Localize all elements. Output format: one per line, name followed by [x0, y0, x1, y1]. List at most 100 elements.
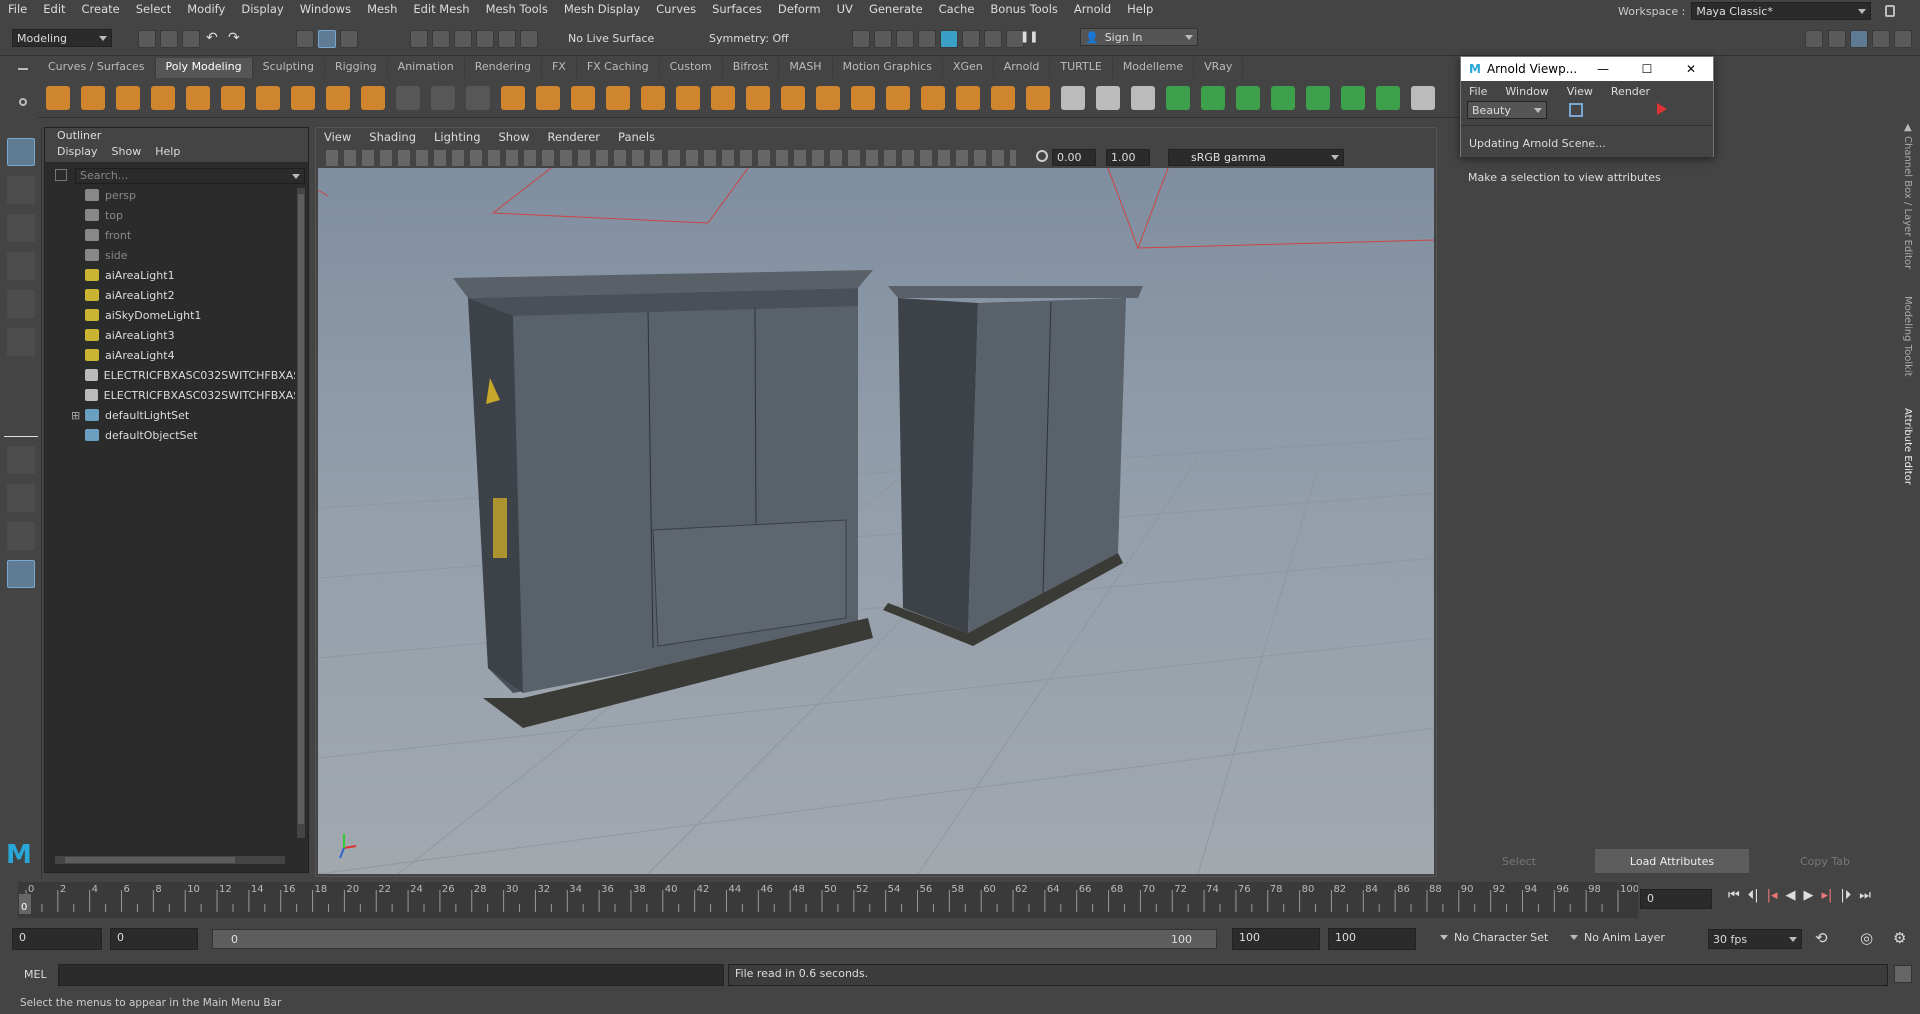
shelf-tab-sculpting[interactable]: Sculpting	[253, 58, 325, 78]
snap-grid-icon[interactable]	[410, 30, 428, 48]
outliner-item[interactable]: ELECTRICFBXASC032SWITCHFBXASC0	[45, 366, 295, 384]
outliner-menu-help[interactable]: Help	[155, 145, 180, 161]
workspace-dropdown[interactable]: Maya Classic*	[1691, 2, 1872, 20]
go-to-start-icon[interactable]: ⏮	[1728, 888, 1740, 903]
shelf-tool-icon[interactable]	[1201, 86, 1225, 110]
menu-select[interactable]: Select	[128, 2, 179, 16]
viewport-menu-lighting[interactable]: Lighting	[434, 130, 480, 146]
outliner-item[interactable]: front	[45, 226, 295, 244]
shelf-tool-icon[interactable]	[361, 86, 385, 110]
current-frame-field[interactable]: 0	[1640, 889, 1712, 909]
step-back-key-icon[interactable]: ⏴|	[1748, 888, 1759, 903]
scene-start-field[interactable]: 0	[12, 928, 102, 950]
select-component-icon[interactable]	[340, 30, 358, 48]
maya-logo-icon[interactable]: M	[6, 840, 32, 870]
shelf-tool-icon[interactable]	[1166, 86, 1190, 110]
menu-mesh[interactable]: Mesh	[359, 2, 405, 16]
shelf-tool-icon[interactable]	[501, 86, 525, 110]
menu-mesh-display[interactable]: Mesh Display	[556, 2, 648, 16]
menu-windows[interactable]: Windows	[292, 2, 359, 16]
menu-create[interactable]: Create	[74, 2, 128, 16]
layout-grid-icon[interactable]	[1805, 30, 1823, 48]
shelf-tool-icon[interactable]	[711, 86, 735, 110]
preferences-icon[interactable]: ⚙	[1893, 929, 1906, 947]
outliner-layout-icon[interactable]	[7, 560, 35, 588]
shelf-tool-icon[interactable]	[326, 86, 350, 110]
shelf-tool-icon[interactable]	[46, 86, 70, 110]
shelf-tool-icon[interactable]	[1026, 86, 1050, 110]
shelf-tool-icon[interactable]	[641, 86, 665, 110]
viewport-menu-view[interactable]: View	[324, 130, 351, 146]
shelf-tool-icon[interactable]	[221, 86, 245, 110]
shelf-tab-modelleme[interactable]: Modelleme	[1113, 58, 1195, 78]
shelf-tab-curves-surfaces[interactable]: Curves / Surfaces	[38, 58, 156, 78]
step-forward-frame-icon[interactable]: ▸|	[1822, 888, 1833, 903]
arnold-menu-file[interactable]: File	[1469, 85, 1487, 98]
crop-region-icon[interactable]	[1569, 103, 1583, 117]
filter-icon[interactable]	[55, 169, 67, 181]
outliner-toggle-icon[interactable]	[1850, 30, 1868, 48]
select-button[interactable]: Select	[1444, 849, 1594, 873]
render-frame-icon[interactable]	[874, 30, 892, 48]
save-scene-icon[interactable]	[182, 30, 200, 48]
shelf-tool-icon[interactable]	[151, 86, 175, 110]
shelf-tool-icon[interactable]	[1411, 86, 1435, 110]
snap-curve-icon[interactable]	[432, 30, 450, 48]
select-tool-icon[interactable]	[7, 138, 35, 166]
select-hierarchy-icon[interactable]	[296, 30, 314, 48]
menu-file[interactable]: File	[0, 2, 35, 16]
shelf-tool-icon[interactable]	[1096, 86, 1120, 110]
viewport-tool-icons[interactable]	[326, 150, 1016, 166]
arnold-menu-view[interactable]: View	[1567, 85, 1593, 98]
go-to-end-icon[interactable]: ⏭	[1859, 888, 1871, 903]
auto-key-icon[interactable]: ◎	[1860, 929, 1873, 947]
lock-icon[interactable]	[1885, 5, 1896, 17]
menu-arnold[interactable]: Arnold	[1066, 2, 1119, 16]
channel-box-tab[interactable]: Channel Box / Layer Editor	[1902, 136, 1913, 269]
outliner-item[interactable]: aiAreaLight4	[45, 346, 295, 364]
live-surface-field[interactable]: No Live Surface	[564, 29, 664, 47]
viewport-menu-panels[interactable]: Panels	[618, 130, 655, 146]
outliner-item[interactable]: persp	[45, 186, 295, 204]
shelf-tab-fx[interactable]: FX	[542, 58, 577, 78]
shelf-tool-icon[interactable]	[1271, 86, 1295, 110]
shelf-tool-icon[interactable]	[781, 86, 805, 110]
shelf-tool-icon[interactable]	[1061, 86, 1085, 110]
viewport-menu-shading[interactable]: Shading	[369, 130, 416, 146]
maximize-icon[interactable]: ☐	[1625, 62, 1669, 76]
snap-surface-icon[interactable]	[498, 30, 516, 48]
shelf-tool-icon[interactable]	[676, 86, 700, 110]
render-setup-icon[interactable]	[984, 30, 1002, 48]
four-view-icon[interactable]	[7, 484, 35, 512]
snap-point-icon[interactable]	[454, 30, 472, 48]
shelf-tool-icon[interactable]	[186, 86, 210, 110]
shelf-tool-icon[interactable]	[536, 86, 560, 110]
menu-generate[interactable]: Generate	[861, 2, 931, 16]
shelf-tool-icon[interactable]	[571, 86, 595, 110]
outliner-item[interactable]: aiAreaLight1	[45, 266, 295, 284]
scale-tool-icon[interactable]	[7, 328, 35, 356]
shelf-tab-arnold[interactable]: Arnold	[994, 58, 1051, 78]
shelf-tab-vray[interactable]: VRay	[1194, 58, 1244, 78]
outliner-item[interactable]: ⊞ defaultLightSet	[45, 406, 295, 424]
rotate-tool-icon[interactable]	[7, 290, 35, 318]
outliner-item[interactable]: side	[45, 246, 295, 264]
3d-scene-view[interactable]	[317, 167, 1435, 875]
outliner-search-input[interactable]: Search...	[75, 168, 305, 184]
shelf-tool-icon[interactable]	[921, 86, 945, 110]
shelf-tool-icon[interactable]	[431, 86, 455, 110]
outliner-item[interactable]: aiAreaLight3	[45, 326, 295, 344]
sign-in-button[interactable]: 👤 Sign In	[1080, 28, 1198, 46]
outliner-vscrollbar[interactable]	[297, 188, 305, 838]
outliner-hscrollbar[interactable]	[55, 856, 285, 864]
modeling-toolkit-tab[interactable]: Modeling Toolkit	[1902, 296, 1913, 377]
arnold-menu-render[interactable]: Render	[1611, 85, 1650, 98]
menu-cache[interactable]: Cache	[931, 2, 983, 16]
arnold-render-icon[interactable]	[962, 30, 980, 48]
channel-box-icon[interactable]	[1872, 30, 1890, 48]
shelf-tab-motion-graphics[interactable]: Motion Graphics	[833, 58, 943, 78]
time-slider[interactable]: 0 2 4 6 8 10 12 14 16 18 20 22 24 26 28 30 32 34 36 38 40 42 4…	[18, 882, 1639, 918]
menu-edit-mesh[interactable]: Edit Mesh	[405, 2, 477, 16]
shelf-tool-icon[interactable]	[886, 86, 910, 110]
menu-help[interactable]: Help	[1119, 2, 1161, 16]
